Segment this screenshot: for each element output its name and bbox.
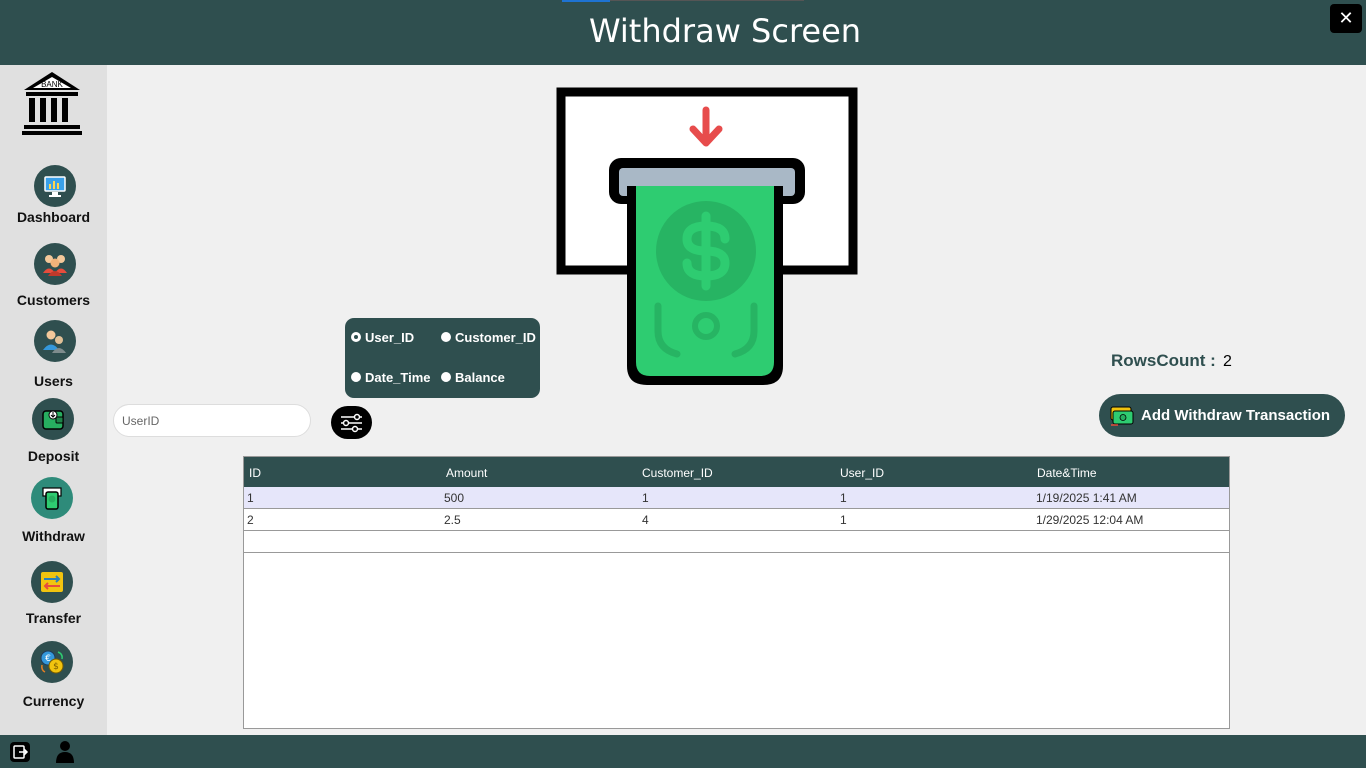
table-header: ID Amount Customer_ID User_ID Date&Time — [244, 457, 1229, 487]
withdraw-atm-icon — [31, 477, 73, 519]
user-profile-icon[interactable] — [54, 740, 76, 764]
filter-button[interactable] — [331, 406, 372, 439]
sidebar-item-label: Users — [34, 373, 73, 389]
radio-indicator — [441, 332, 451, 342]
sidebar: BANK Dashboard Customers Users Deposit W… — [0, 65, 107, 735]
sidebar-item-label: Withdraw — [22, 528, 85, 544]
rows-count-label: RowsCount : — [1111, 351, 1216, 370]
top-accent-line — [562, 0, 610, 2]
sidebar-item-withdraw[interactable]: Withdraw — [0, 477, 107, 545]
sidebar-item-label: Customers — [16, 292, 91, 308]
add-withdraw-transaction-label: Add Withdraw Transaction — [1141, 407, 1331, 424]
add-withdraw-transaction-button[interactable]: Add Withdraw Transaction — [1099, 394, 1345, 437]
radio-label: User_ID — [365, 330, 415, 345]
radio-label: Customer_ID — [455, 330, 536, 345]
logout-icon[interactable] — [9, 741, 31, 763]
filter-sliders-icon — [341, 413, 362, 433]
table-row-new[interactable] — [244, 531, 1229, 553]
table-cell: 1 — [840, 491, 847, 505]
sidebar-item-transfer[interactable]: Transfer — [0, 561, 107, 629]
radio-label: Balance — [455, 370, 505, 385]
sidebar-item-label: Currency — [22, 693, 85, 709]
sidebar-item-label: Transfer — [25, 610, 82, 626]
currency-exchange-icon: € $ — [31, 641, 73, 683]
table-cell: 1 — [247, 491, 254, 505]
table-cell: 2 — [247, 513, 254, 527]
users-icon — [34, 320, 76, 362]
table-cell: 1/19/2025 1:41 AM — [1036, 491, 1137, 505]
deposit-wallet-icon — [32, 398, 74, 440]
table-row[interactable]: 2 2.5 4 1 1/29/2025 12:04 AM — [244, 509, 1229, 531]
column-header-date-time[interactable]: Date&Time — [1037, 466, 1097, 480]
table-cell: 2.5 — [444, 513, 461, 527]
column-header-user-id[interactable]: User_ID — [840, 466, 884, 480]
close-button[interactable]: ✕ — [1330, 4, 1362, 33]
table-cell: 1 — [642, 491, 649, 505]
transactions-table[interactable]: ID Amount Customer_ID User_ID Date&Time … — [243, 456, 1230, 729]
sidebar-item-customers[interactable]: Customers — [0, 243, 107, 309]
filter-options-panel: User_ID Customer_ID Date_Time Balance — [345, 318, 540, 398]
radio-indicator — [441, 372, 451, 382]
search-input[interactable] — [113, 404, 311, 437]
top-accent-line-2 — [610, 0, 804, 1]
page-title: Withdraw Screen — [588, 12, 862, 50]
bank-logo-text: BANK — [41, 80, 63, 89]
money-transaction-icon — [1110, 406, 1134, 426]
table-cell: 1/29/2025 12:04 AM — [1036, 513, 1144, 527]
sidebar-item-currency[interactable]: € $ Currency — [0, 641, 107, 709]
customers-group-icon — [34, 243, 76, 285]
sidebar-item-users[interactable]: Users — [0, 320, 107, 390]
dashboard-monitor-icon — [34, 165, 76, 207]
bank-logo: BANK — [22, 72, 82, 135]
table-cell: 500 — [444, 491, 465, 505]
withdraw-atm-illustration — [556, 87, 858, 385]
sidebar-item-deposit[interactable]: Deposit — [0, 398, 107, 466]
svg-text:$: $ — [53, 662, 59, 672]
column-header-amount[interactable]: Amount — [446, 466, 487, 480]
title-bar: Withdraw Screen ✕ — [0, 0, 1366, 65]
sidebar-item-dashboard[interactable]: Dashboard — [0, 165, 107, 227]
table-row[interactable]: 1 500 1 1 1/19/2025 1:41 AM — [244, 487, 1229, 509]
table-cell: 1 — [840, 513, 847, 527]
footer-bar — [0, 735, 1366, 768]
transfer-arrows-icon — [31, 561, 73, 603]
rows-count-value: 2 — [1223, 353, 1232, 370]
sidebar-item-label: Deposit — [27, 448, 80, 464]
column-header-customer-id[interactable]: Customer_ID — [642, 466, 713, 480]
sidebar-item-label: Dashboard — [16, 209, 91, 225]
table-cell: 4 — [642, 513, 649, 527]
column-header-id[interactable]: ID — [249, 466, 261, 480]
radio-indicator — [351, 372, 361, 382]
radio-indicator — [351, 332, 361, 342]
radio-label: Date_Time — [365, 370, 431, 385]
